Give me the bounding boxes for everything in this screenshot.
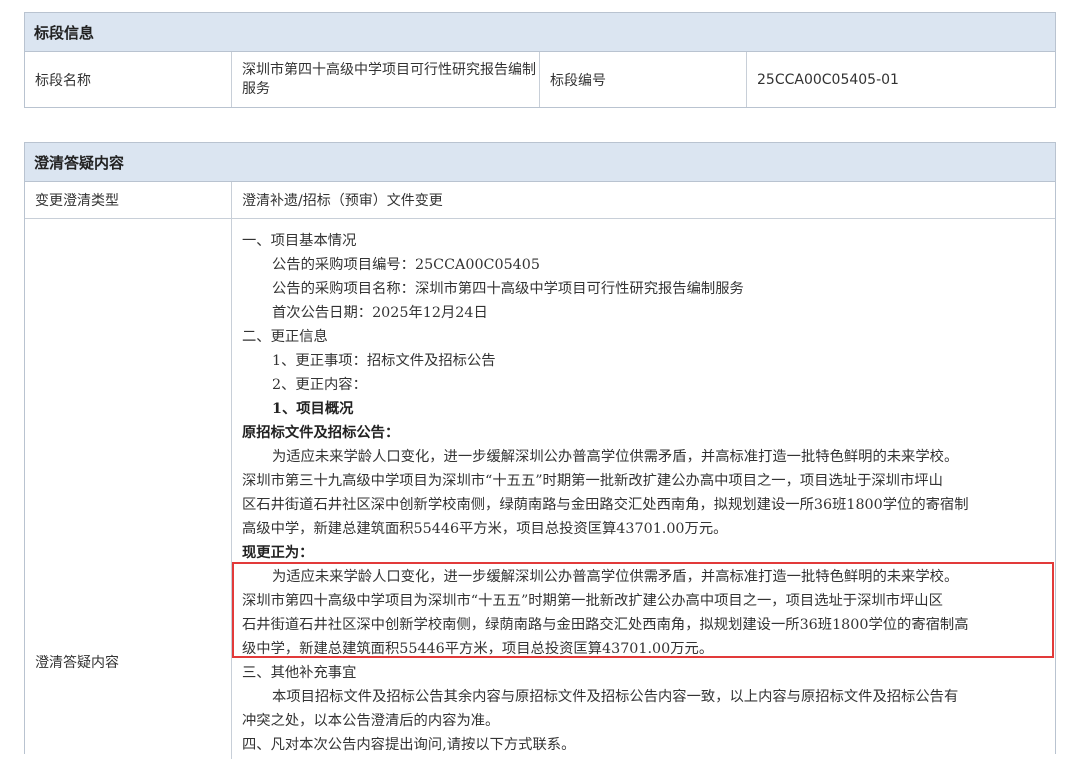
content-body: 一、项目基本情况 公告的采购项目编号：25CCA00C05405 公告的采购项目… [232,219,1055,759]
clarify-header: 澄清答疑内容 [25,143,1055,182]
content-line: 公告的采购项目名称：深圳市第四十高级中学项目可行性研究报告编制服务 [272,281,744,297]
content-line: 二、更正信息 [242,329,328,345]
content-line: 石井街道石井社区深中创新学校南侧，绿荫南路与金田路交汇处西南角，拟规划建设一所3… [242,617,969,633]
content-line: 深圳市第三十九高级中学项目为深圳市“十五五”时期第一批新改扩建公办高中项目之一，… [242,473,943,489]
content-line: 本项目招标文件及招标公告其余内容与原招标文件及招标公告内容一致，以上内容与原招标… [272,689,959,705]
content-line: 原招标文件及招标公告： [242,425,400,441]
content-line: 2、更正内容： [272,377,367,393]
content-line: 区石井街道石井社区深中创新学校南侧，绿荫南路与金田路交汇处西南角，拟规划建设一所… [242,497,969,513]
bid-code-label: 标段编号 [540,52,747,107]
content-line: 为适应未来学龄人口变化，进一步缓解深圳公办普高学位供需矛盾，并高标准打造一批特色… [272,449,959,465]
bid-name-value: 深圳市第四十高级中学项目可行性研究报告编制 服务 [232,52,540,107]
content-line: 冲突之处，以本公告澄清后的内容为准。 [242,713,500,729]
content-line: 级中学，新建总建筑面积55446平方米，项目总投资匡算43701.00万元。 [242,641,714,657]
bid-name-value-line1: 深圳市第四十高级中学项目可行性研究报告编制 [242,62,536,78]
content-line: 一、项目基本情况 [242,233,357,249]
content-line: 1、更正事项：招标文件及招标公告 [272,353,496,369]
content-label: 澄清答疑内容 [25,219,232,759]
change-type-value: 澄清补遗/招标（预审）文件变更 [242,193,443,209]
clarify-table: 澄清答疑内容 变更澄清类型 澄清补遗/招标（预审）文件变更 澄清答疑内容 一、项… [24,142,1056,759]
change-type-label: 变更澄清类型 [25,182,232,218]
bid-name-value-line2: 服务 [242,81,270,97]
content-line: 为适应未来学龄人口变化，进一步缓解深圳公办普高学位供需矛盾，并高标准打造一批特色… [272,569,959,585]
bid-info-header: 标段信息 [25,13,1055,52]
bid-info-table: 标段信息 标段名称 深圳市第四十高级中学项目可行性研究报告编制 服务 标段编号 … [24,12,1056,108]
content-line: 高级中学，新建总建筑面积55446平方米，项目总投资匡算43701.00万元。 [242,521,728,537]
content-line: 三、其他补充事宜 [242,665,357,681]
content-line: 公告的采购项目编号：25CCA00C05405 [272,257,540,273]
content-line: 现更正为： [242,545,314,561]
content-line: 首次公告日期：2025年12月24日 [272,305,488,321]
content-line: 四、凡对本次公告内容提出询问,请按以下方式联系。 [242,737,576,753]
bid-name-label: 标段名称 [25,52,232,107]
content-line: 1、项目概况 [272,401,354,417]
bid-code-value: 25CCA00C05405-01 [757,71,899,88]
content-line: 深圳市第四十高级中学项目为深圳市“十五五”时期第一批新改扩建公办高中项目之一，项… [242,593,943,609]
